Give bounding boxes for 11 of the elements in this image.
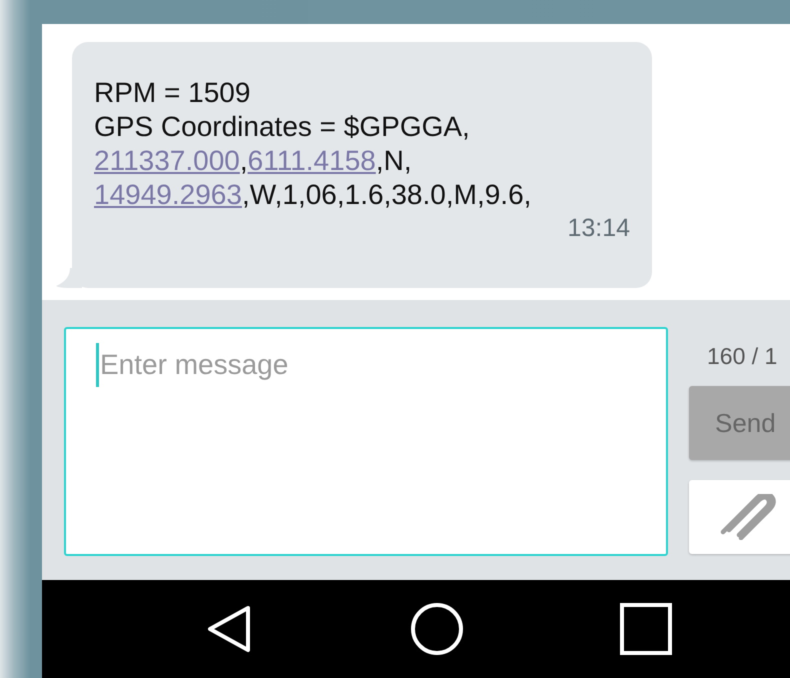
link[interactable]: 14949.2963 — [94, 179, 242, 210]
message-text: RPM = 1509 GPS Coordinates = $GPGGA, 211337.000,6111.4158,N, 14949.2963,W,1,06,1.6,38.0,M,9.6, — [94, 76, 532, 212]
message-field[interactable]: Enter message — [64, 327, 668, 556]
link[interactable]: 211337.000 — [94, 145, 240, 176]
link[interactable]: 6111.4158 — [248, 145, 376, 176]
message-time: 13:14 — [566, 214, 630, 243]
home-icon[interactable] — [410, 602, 464, 656]
attach-button[interactable] — [689, 480, 790, 554]
recent-apps-icon[interactable] — [620, 603, 672, 655]
text-cursor — [96, 343, 99, 387]
character-counter: 160 / 1 — [706, 342, 778, 371]
